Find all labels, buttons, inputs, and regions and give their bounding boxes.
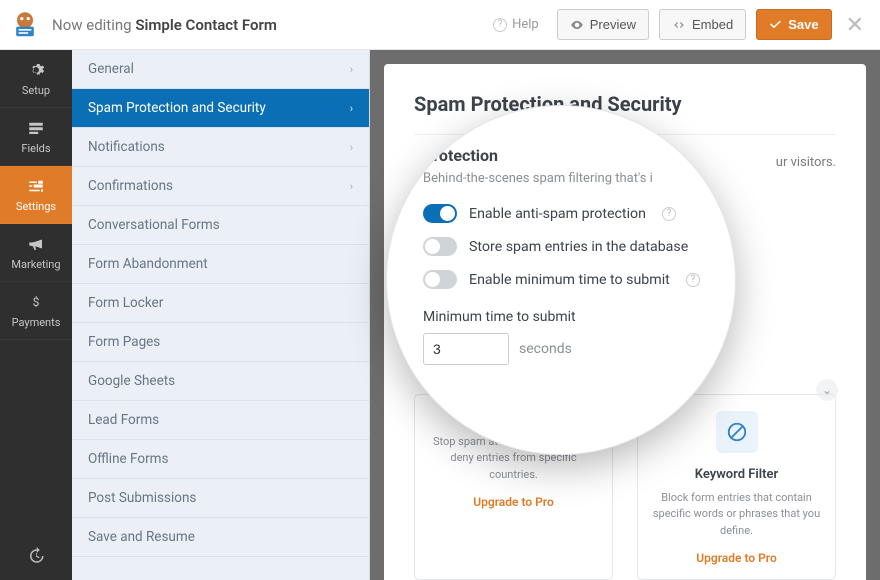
sidebar-item-form-locker[interactable]: Form Locker [72,284,369,323]
card-keyword-filter: Keyword Filter Block form entries that c… [637,394,836,580]
help-tooltip-icon[interactable]: ? [662,207,676,221]
block-icon [716,411,758,453]
help-icon: ? [493,18,507,32]
upgrade-link[interactable]: Upgrade to Pro [652,551,821,565]
nav-revisions[interactable] [0,536,72,580]
code-icon [672,18,686,32]
sidebar-item-general[interactable]: General› [72,50,369,89]
toggle-min-time[interactable] [423,270,457,289]
save-button[interactable]: Save [756,9,831,40]
toggle-label: Enable anti-spam protection [469,206,646,222]
gear-icon [26,60,46,80]
upgrade-link[interactable]: Upgrade to Pro [429,495,598,509]
toggle-row-store-spam: Store spam entries in the database [423,237,709,256]
eye-icon [570,18,584,32]
sidebar-item-confirmations[interactable]: Confirmations› [72,167,369,206]
fields-icon [26,118,46,138]
sliders-icon [26,176,46,196]
sidebar-item-form-pages[interactable]: Form Pages [72,323,369,362]
sidebar-item-conversational-forms[interactable]: Conversational Forms [72,206,369,245]
help-button[interactable]: ? Help [481,11,547,38]
help-tooltip-icon[interactable]: ? [686,273,700,287]
sidebar-item-spam-protection[interactable]: Spam Protection and Security› [72,89,369,128]
min-time-unit: seconds [519,341,572,357]
form-name: Simple Contact Form [135,16,277,34]
min-time-heading: Minimum time to submit [423,309,709,325]
settings-sidebar: General› Spam Protection and Security› N… [72,50,370,580]
top-toolbar: Now editing Simple Contact Form ? Help P… [0,0,880,50]
chevron-right-icon: › [350,102,353,115]
toggle-row-min-time: Enable minimum time to submit ? [423,270,709,289]
nav-payments[interactable]: $ Payments [0,282,72,340]
sidebar-item-offline-forms[interactable]: Offline Forms [72,440,369,479]
history-icon [27,547,45,569]
sidebar-item-google-sheets[interactable]: Google Sheets [72,362,369,401]
svg-text:$: $ [33,295,40,309]
preview-button[interactable]: Preview [557,9,649,40]
check-icon [769,18,782,31]
chevron-right-icon: › [350,63,353,76]
nav-settings[interactable]: Settings [0,166,72,224]
close-button[interactable]: ✕ [842,12,868,38]
zoom-lens: Protection Behind-the-scenes spam filter… [386,105,736,455]
nav-setup[interactable]: Setup [0,50,72,108]
now-editing-label: Now editing Simple Contact Form [52,16,277,34]
sidebar-item-post-submissions[interactable]: Post Submissions [72,479,369,518]
min-time-row: seconds [423,333,709,365]
card-title: Keyword Filter [652,467,821,482]
toggle-label: Store spam entries in the database [469,239,688,255]
sidebar-item-save-and-resume[interactable]: Save and Resume [72,518,369,557]
chevron-right-icon: › [350,141,353,154]
chevron-right-icon: › [350,180,353,193]
megaphone-icon [26,234,46,254]
embed-button[interactable]: Embed [659,9,746,40]
protection-heading: Protection [423,146,709,165]
toggle-antispam[interactable] [423,204,457,223]
protection-subtitle: Behind-the-scenes spam filtering that's … [423,171,709,186]
app-mascot-icon [8,8,42,42]
sidebar-item-notifications[interactable]: Notifications› [72,128,369,167]
close-icon: ✕ [846,12,864,37]
sidebar-item-lead-forms[interactable]: Lead Forms [72,401,369,440]
toggle-label: Enable minimum time to submit [469,272,670,288]
card-desc: Block form entries that contain specific… [652,490,821,540]
toggle-store-spam[interactable] [423,237,457,256]
primary-nav: Setup Fields Settings Marketing $ Paymen… [0,50,72,580]
sidebar-item-form-abandonment[interactable]: Form Abandonment [72,245,369,284]
toggle-row-antispam: Enable anti-spam protection ? [423,204,709,223]
nav-fields[interactable]: Fields [0,108,72,166]
dollar-icon: $ [26,292,46,312]
min-time-input[interactable] [423,333,509,365]
nav-marketing[interactable]: Marketing [0,224,72,282]
